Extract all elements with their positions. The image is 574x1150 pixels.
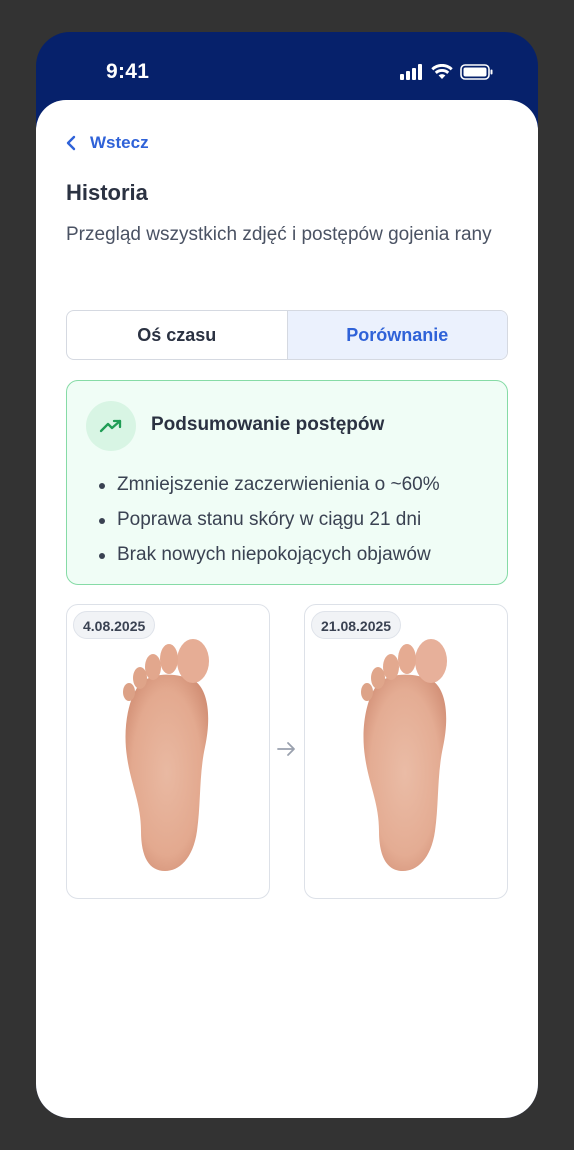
status-icons	[400, 62, 494, 82]
progress-summary-card: Podsumowanie postępów Zmniejszenie zacze…	[66, 380, 508, 585]
back-button[interactable]: Wstecz	[66, 133, 149, 153]
photo-after-card[interactable]: 21.08.2025	[304, 604, 508, 899]
page-title: Historia	[66, 180, 148, 205]
foot-photo	[361, 639, 447, 871]
status-time: 9:41	[106, 60, 150, 83]
date-badge: 21.08.2025	[311, 611, 402, 639]
phone-frame: 9:41 Wstecz Historia Przegląd wszystkich…	[36, 32, 538, 1118]
back-label: Wstecz	[90, 133, 149, 152]
tab-timeline[interactable]: Oś czasu	[67, 311, 287, 359]
summary-title: Podsumowanie postępów	[151, 414, 385, 435]
date-badge: 4.08.2025	[73, 611, 156, 639]
summary-item: Poprawa stanu skóry w ciągu 21 dni	[97, 502, 440, 537]
content-sheet: Wstecz Historia Przegląd wszystkich zdję…	[36, 100, 538, 1118]
page-subtitle: Przegląd wszystkich zdjęć i postępów goj…	[66, 224, 492, 245]
battery-icon	[460, 64, 493, 80]
cellular-signal-icon	[400, 64, 422, 80]
photo-before-card[interactable]: 4.08.2025	[66, 604, 270, 899]
chevron-left-icon	[66, 135, 76, 151]
summary-item: Brak nowych niepokojących objawów	[97, 537, 440, 572]
view-tabs: Oś czasu Porównanie	[66, 310, 508, 360]
trending-up-icon	[86, 401, 136, 451]
arrow-right-icon	[277, 742, 295, 756]
summary-item: Zmniejszenie zaczerwienienia o ~60%	[97, 467, 440, 502]
foot-photo	[123, 639, 209, 871]
tab-comparison[interactable]: Porównanie	[286, 311, 507, 359]
summary-list: Zmniejszenie zaczerwienienia o ~60% Popr…	[97, 467, 440, 572]
wifi-icon	[431, 64, 453, 79]
